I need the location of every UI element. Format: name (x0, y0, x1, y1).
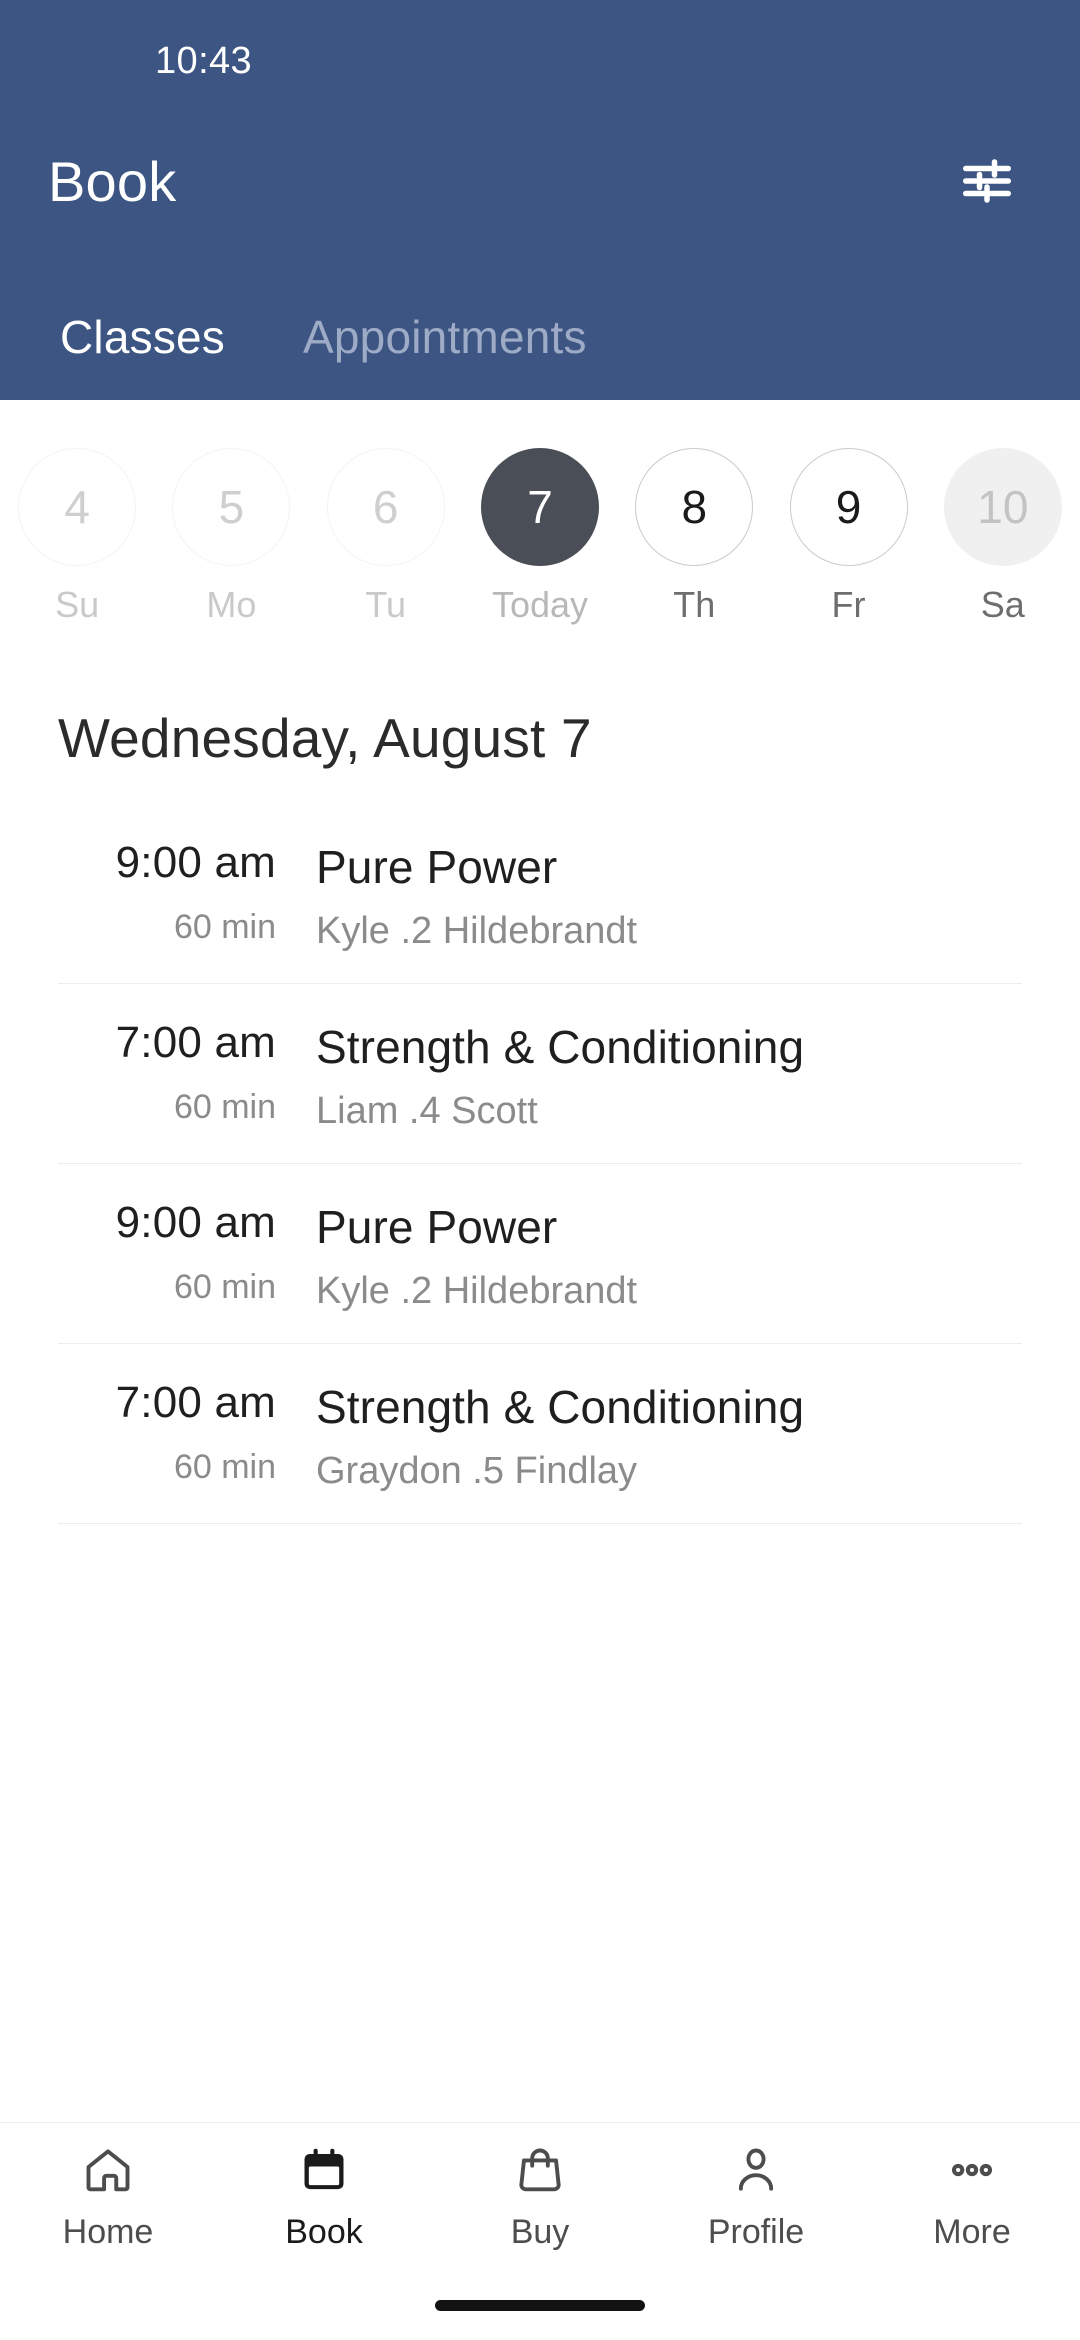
nav-item-book[interactable]: Book (216, 2123, 432, 2270)
home-indicator-area (0, 2270, 1080, 2340)
class-info-column: Strength & Conditioning Liam .4 Scott (316, 1018, 1022, 1133)
class-duration: 60 min (173, 1448, 276, 1486)
header-tabs: Classes Appointments (0, 240, 1080, 400)
date-strip[interactable]: 4 Su 5 Mo 6 Tu 7 Today 8 Th 9 Fr 10 Sa (0, 400, 1080, 654)
title-bar: Book (0, 122, 1080, 240)
class-info-column: Strength & Conditioning Graydon .5 Findl… (316, 1378, 1022, 1493)
class-time-column: 9:00 am 60 min (58, 838, 316, 947)
date-cell-4[interactable]: 4 Su (0, 448, 154, 626)
date-cell-9[interactable]: 9 Fr (771, 448, 925, 626)
class-duration: 60 min (173, 1088, 276, 1126)
nav-label: Home (62, 2213, 154, 2251)
nav-label: More (933, 2213, 1011, 2251)
tune-icon[interactable] (942, 136, 1032, 226)
home-icon (82, 2141, 134, 2199)
date-number[interactable]: 6 (326, 448, 445, 566)
class-start-time: 7:00 am (115, 1018, 276, 1067)
class-start-time: 9:00 am (115, 838, 276, 887)
class-title: Pure Power (316, 841, 558, 893)
date-number[interactable]: 10 (943, 448, 1062, 566)
date-weekday: Mo (206, 584, 257, 625)
selected-date-heading: Wednesday, August 7 (58, 707, 592, 769)
bag-icon (514, 2141, 566, 2199)
nav-item-profile[interactable]: Profile (648, 2123, 864, 2270)
nav-item-buy[interactable]: Buy (432, 2123, 648, 2270)
nav-label: Buy (510, 2213, 570, 2251)
nav-item-home[interactable]: Home (0, 2123, 216, 2270)
class-title: Strength & Conditioning (316, 1021, 805, 1073)
dots-icon (946, 2141, 998, 2199)
class-list: 9:00 am 60 min Pure Power Kyle .2 Hildeb… (0, 804, 1080, 1524)
app-header: 10:43 Book Classes Appointments (0, 0, 1080, 400)
date-cell-7-today[interactable]: 7 Today (463, 448, 617, 626)
class-info-column: Pure Power Kyle .2 Hildebrandt (316, 1198, 1022, 1313)
date-cell-10[interactable]: 10 Sa (926, 448, 1080, 626)
date-cell-5[interactable]: 5 Mo (154, 448, 308, 626)
class-duration: 60 min (173, 908, 276, 946)
date-cell-8[interactable]: 8 Th (617, 448, 771, 626)
nav-label: Profile (707, 2213, 805, 2251)
date-number[interactable]: 4 (18, 448, 137, 566)
date-number[interactable]: 8 (635, 448, 754, 566)
class-instructor: Kyle .2 Hildebrandt (316, 1270, 638, 1312)
nav-item-more[interactable]: More (864, 2123, 1080, 2270)
page-title: Book (48, 149, 177, 213)
date-number[interactable]: 5 (172, 448, 291, 566)
class-row[interactable]: 9:00 am 60 min Pure Power Kyle .2 Hildeb… (58, 1164, 1022, 1344)
date-weekday: Th (673, 584, 716, 625)
class-instructor: Kyle .2 Hildebrandt (316, 910, 638, 952)
date-number[interactable]: 9 (789, 448, 908, 566)
date-weekday: Tu (365, 584, 407, 625)
status-bar: 10:43 (0, 0, 1080, 122)
class-start-time: 7:00 am (115, 1378, 276, 1427)
status-bar-clock: 10:43 (155, 39, 253, 82)
date-weekday: Fr (831, 584, 866, 625)
date-number-selected[interactable]: 7 (480, 448, 599, 566)
person-icon (730, 2141, 782, 2199)
class-title: Pure Power (316, 1201, 558, 1253)
class-time-column: 7:00 am 60 min (58, 1018, 316, 1127)
class-start-time: 9:00 am (115, 1198, 276, 1247)
calendar-icon (298, 2141, 350, 2199)
nav-label: Book (285, 2213, 363, 2251)
date-cell-6[interactable]: 6 Tu (309, 448, 463, 626)
class-time-column: 9:00 am 60 min (58, 1198, 316, 1307)
main-content: Wednesday, August 7 9:00 am 60 min Pure … (0, 654, 1080, 2122)
class-row[interactable]: 7:00 am 60 min Strength & Conditioning L… (58, 984, 1022, 1164)
class-info-column: Pure Power Kyle .2 Hildebrandt (316, 838, 1022, 953)
tab-classes[interactable]: Classes (30, 310, 255, 364)
class-row[interactable]: 7:00 am 60 min Strength & Conditioning G… (58, 1344, 1022, 1524)
bottom-navigation: Home Book Buy Profile More (0, 2122, 1080, 2270)
date-weekday: Sa (980, 584, 1025, 625)
home-indicator[interactable] (435, 2299, 645, 2311)
class-instructor: Liam .4 Scott (316, 1090, 538, 1132)
class-time-column: 7:00 am 60 min (58, 1378, 316, 1487)
class-title: Strength & Conditioning (316, 1381, 805, 1433)
app-root: 10:43 Book Classes Appointments 4 Su 5 M… (0, 0, 1080, 2340)
class-instructor: Graydon .5 Findlay (316, 1450, 638, 1492)
class-duration: 60 min (173, 1268, 276, 1306)
tab-appointments[interactable]: Appointments (273, 310, 617, 364)
class-row[interactable]: 9:00 am 60 min Pure Power Kyle .2 Hildeb… (58, 804, 1022, 984)
date-weekday: Today (491, 584, 589, 625)
date-weekday: Su (55, 584, 100, 625)
